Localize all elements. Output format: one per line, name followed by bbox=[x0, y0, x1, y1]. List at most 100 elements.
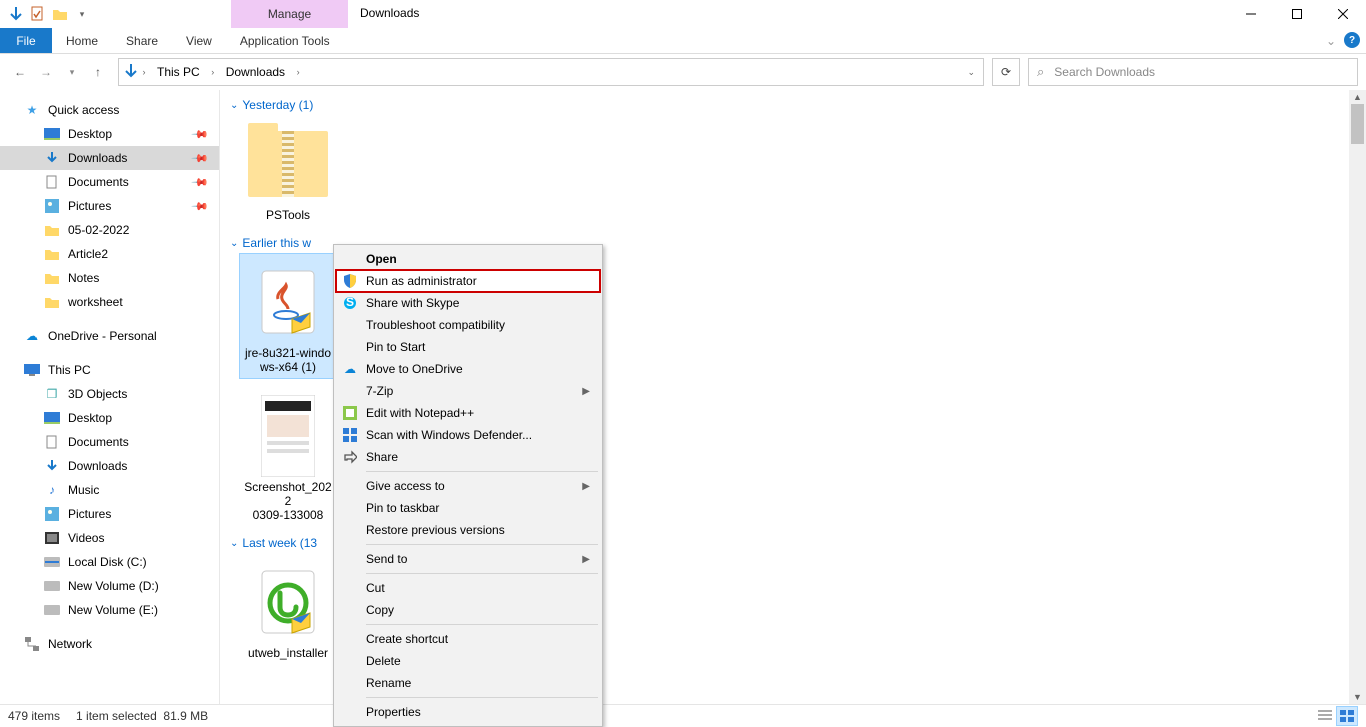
quick-access-toolbar: ▾ bbox=[0, 0, 90, 28]
drive-icon bbox=[44, 554, 60, 570]
status-bar: 479 items 1 item selected 81.9 MB bbox=[0, 704, 1366, 726]
file-item-screenshot[interactable]: Screenshot_20220309-133008 bbox=[240, 388, 336, 526]
sidebar-item-desktop[interactable]: Desktop 📌 bbox=[0, 122, 219, 146]
sidebar-item-documents[interactable]: Documents 📌 bbox=[0, 170, 219, 194]
group-header-yesterday[interactable]: ⌄Yesterday (1) bbox=[230, 94, 1356, 116]
context-menu-label: Share with Skype bbox=[366, 296, 459, 310]
address-dropdown-icon[interactable]: ⌄ bbox=[967, 67, 975, 78]
context-menu-item[interactable]: Pin to taskbar bbox=[336, 497, 600, 519]
vertical-scrollbar[interactable]: ▲ ▼ bbox=[1349, 90, 1366, 704]
context-menu-label: Copy bbox=[366, 603, 394, 617]
sidebar-onedrive[interactable]: ☁ OneDrive - Personal bbox=[0, 324, 219, 348]
context-menu-label: Create shortcut bbox=[366, 632, 448, 646]
chevron-right-icon[interactable]: › bbox=[293, 67, 303, 77]
sidebar-item-volume-d[interactable]: New Volume (D:) bbox=[0, 574, 219, 598]
context-menu-separator bbox=[366, 624, 598, 625]
java-installer-icon bbox=[246, 260, 330, 344]
large-icons-view-button[interactable] bbox=[1336, 706, 1358, 726]
sidebar-item-label: Desktop bbox=[68, 411, 112, 425]
context-menu-item[interactable]: Pin to Start bbox=[336, 336, 600, 358]
minimize-button[interactable] bbox=[1228, 0, 1274, 28]
up-button[interactable]: ↑ bbox=[86, 60, 110, 84]
sidebar-network[interactable]: Network bbox=[0, 632, 219, 656]
file-item-utweb[interactable]: utweb_installer bbox=[240, 554, 336, 664]
context-menu-item[interactable]: Scan with Windows Defender... bbox=[336, 424, 600, 446]
tab-application-tools[interactable]: Application Tools bbox=[226, 28, 344, 53]
sidebar-item-folder[interactable]: Notes bbox=[0, 266, 219, 290]
ribbon-context-manage[interactable]: Manage bbox=[231, 0, 348, 28]
sidebar-item-documents2[interactable]: Documents bbox=[0, 430, 219, 454]
navigation-pane[interactable]: ★ Quick access Desktop 📌 Downloads 📌 Doc… bbox=[0, 90, 220, 704]
ribbon-collapse-icon[interactable]: ⌄ bbox=[1326, 34, 1336, 48]
context-menu-item[interactable]: Rename bbox=[336, 672, 600, 694]
context-menu-label: Give access to bbox=[366, 479, 445, 493]
address-bar[interactable]: › This PC › Downloads › ⌄ bbox=[118, 58, 984, 86]
chevron-right-icon: ▶ bbox=[582, 554, 590, 565]
sidebar-item-pictures[interactable]: Pictures 📌 bbox=[0, 194, 219, 218]
nav-bar: ← → ▾ ↑ › This PC › Downloads › ⌄ ⟳ ⌕ Se… bbox=[0, 54, 1366, 90]
sidebar-this-pc[interactable]: This PC bbox=[0, 358, 219, 382]
context-menu-item[interactable]: Properties bbox=[336, 701, 600, 723]
tab-file[interactable]: File bbox=[0, 28, 52, 53]
down-arrow-icon[interactable] bbox=[8, 6, 24, 22]
sidebar-item-music[interactable]: ♪Music bbox=[0, 478, 219, 502]
chevron-right-icon[interactable]: › bbox=[208, 67, 218, 77]
file-item-pstools[interactable]: PSTools bbox=[240, 116, 336, 226]
scrollbar-thumb[interactable] bbox=[1351, 104, 1364, 144]
sidebar-item-downloads[interactable]: Downloads 📌 bbox=[0, 146, 219, 170]
context-menu-item[interactable]: Troubleshoot compatibility bbox=[336, 314, 600, 336]
ribbon-tabs: File Home Share View Application Tools ⌄… bbox=[0, 28, 1366, 54]
context-menu-item[interactable]: Delete bbox=[336, 650, 600, 672]
sidebar-item-pictures2[interactable]: Pictures bbox=[0, 502, 219, 526]
pin-icon: 📌 bbox=[191, 149, 210, 168]
sidebar-item-folder[interactable]: worksheet bbox=[0, 290, 219, 314]
context-menu-item[interactable]: SShare with Skype bbox=[336, 292, 600, 314]
tab-home[interactable]: Home bbox=[52, 28, 112, 53]
maximize-button[interactable] bbox=[1274, 0, 1320, 28]
breadcrumb-downloads[interactable]: Downloads bbox=[220, 63, 291, 81]
scroll-down-icon[interactable]: ▼ bbox=[1349, 690, 1366, 704]
context-menu-item[interactable]: Run as administrator bbox=[336, 270, 600, 292]
context-menu-item[interactable]: Create shortcut bbox=[336, 628, 600, 650]
help-button[interactable]: ? bbox=[1344, 32, 1360, 48]
context-menu-item[interactable]: Edit with Notepad++ bbox=[336, 402, 600, 424]
sidebar-item-folder[interactable]: 05-02-2022 bbox=[0, 218, 219, 242]
refresh-button[interactable]: ⟳ bbox=[992, 58, 1020, 86]
context-menu-label: Delete bbox=[366, 654, 401, 668]
sidebar-item-label: Article2 bbox=[68, 247, 108, 261]
context-menu-item[interactable]: Give access to▶ bbox=[336, 475, 600, 497]
videos-icon bbox=[44, 530, 60, 546]
sidebar-item-folder[interactable]: Article2 bbox=[0, 242, 219, 266]
sidebar-item-localdisk-c[interactable]: Local Disk (C:) bbox=[0, 550, 219, 574]
tab-share[interactable]: Share bbox=[112, 28, 172, 53]
sidebar-quick-access[interactable]: ★ Quick access bbox=[0, 98, 219, 122]
qat-overflow-icon[interactable]: ▾ bbox=[74, 6, 90, 22]
tab-view[interactable]: View bbox=[172, 28, 226, 53]
sidebar-item-downloads2[interactable]: Downloads bbox=[0, 454, 219, 478]
scroll-up-icon[interactable]: ▲ bbox=[1349, 90, 1366, 104]
context-menu-item[interactable]: Send to▶ bbox=[336, 548, 600, 570]
context-menu-item[interactable]: Copy bbox=[336, 599, 600, 621]
sidebar-item-videos[interactable]: Videos bbox=[0, 526, 219, 550]
file-item-jre[interactable]: jre-8u321-windows-x64 (1) bbox=[240, 254, 336, 378]
chevron-down-icon: ⌄ bbox=[230, 100, 238, 111]
checked-paper-icon[interactable] bbox=[30, 6, 46, 22]
sidebar-item-desktop2[interactable]: Desktop bbox=[0, 406, 219, 430]
context-menu-item[interactable]: Share bbox=[336, 446, 600, 468]
sidebar-item-volume-e[interactable]: New Volume (E:) bbox=[0, 598, 219, 622]
context-menu-item[interactable]: Open bbox=[336, 248, 600, 270]
chevron-right-icon[interactable]: › bbox=[139, 67, 149, 77]
folder-small-icon[interactable] bbox=[52, 6, 68, 22]
context-menu-item[interactable]: Cut bbox=[336, 577, 600, 599]
details-view-button[interactable] bbox=[1314, 706, 1336, 726]
close-button[interactable] bbox=[1320, 0, 1366, 28]
context-menu-item[interactable]: ☁Move to OneDrive bbox=[336, 358, 600, 380]
context-menu-item[interactable]: Restore previous versions bbox=[336, 519, 600, 541]
recent-dropdown-icon[interactable]: ▾ bbox=[60, 60, 84, 84]
sidebar-item-3d-objects[interactable]: ❒3D Objects bbox=[0, 382, 219, 406]
back-button[interactable]: ← bbox=[8, 60, 32, 84]
breadcrumb-this-pc[interactable]: This PC bbox=[151, 63, 206, 81]
search-icon: ⌕ bbox=[1037, 64, 1044, 80]
context-menu-item[interactable]: 7-Zip▶ bbox=[336, 380, 600, 402]
search-input[interactable]: ⌕ Search Downloads bbox=[1028, 58, 1358, 86]
